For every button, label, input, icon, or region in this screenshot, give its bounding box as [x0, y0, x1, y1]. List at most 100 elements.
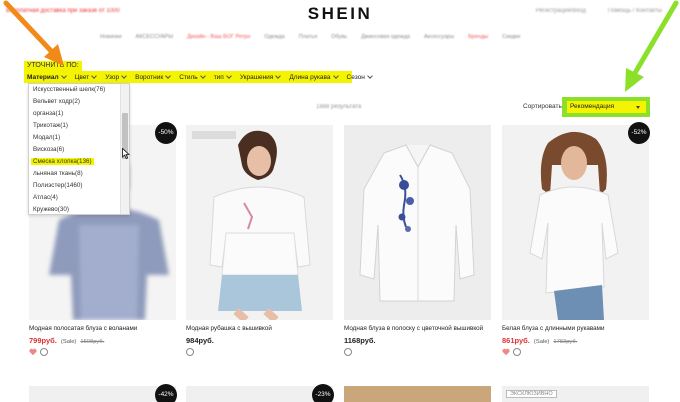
material-option[interactable]: Вискоза(6) [29, 144, 120, 156]
old-price: 1508руб. [80, 339, 105, 345]
smiley-icon[interactable] [40, 348, 48, 356]
product-image[interactable] [344, 125, 491, 320]
sale-label: (Sale) [60, 339, 77, 345]
product-card-partial[interactable] [344, 386, 491, 402]
material-option-label: Вельвет ходр(2) [33, 98, 80, 105]
material-option-label: Модал(1) [33, 134, 61, 141]
product-name[interactable]: Модная полосатая блуза с воланами [29, 325, 137, 332]
old-price: 1783руб. [553, 339, 578, 345]
price-row: 861руб. (Sale) 1783руб. [502, 336, 577, 345]
info-icon[interactable] [186, 348, 194, 356]
product-image[interactable] [186, 125, 333, 320]
filter-material[interactable]: Материал [27, 73, 67, 81]
price-row: 984руб. [186, 336, 214, 345]
filter-pattern[interactable]: Узор [105, 73, 127, 81]
material-dropdown: Искусственный шелк(76) Вельвет ходр(2) орг… [28, 83, 130, 215]
material-option[interactable]: Атлас(4) [29, 192, 120, 204]
chevron-down-icon [60, 73, 67, 79]
product-card-partial[interactable]: ЭКСКЛЮЗИВНО [502, 386, 649, 402]
nav-item[interactable]: Аксессуары [424, 34, 454, 40]
material-option-label: Полиэстер(1460) [33, 182, 83, 189]
nav-item[interactable]: Платья [299, 34, 317, 40]
filter-sleeve-length[interactable]: Длина рукава [289, 73, 339, 81]
filter-embellishment[interactable]: Украшения [240, 73, 282, 81]
mouse-cursor-icon [122, 148, 130, 159]
chevron-down-icon [121, 73, 127, 79]
chevron-down-icon [165, 73, 172, 79]
filter-color[interactable]: Цвет [74, 73, 98, 81]
material-option[interactable]: Трикотаж(1) [29, 120, 120, 132]
material-option[interactable]: Полиэстер(1460) [29, 180, 120, 192]
nav-item[interactable]: Обувь [331, 34, 347, 40]
filter-collar[interactable]: Воротник [135, 73, 172, 81]
filter-label: Материал [27, 73, 59, 81]
smiley-icon[interactable] [513, 348, 521, 356]
sale-label: (Sale) [533, 339, 550, 345]
nav-item[interactable]: Новинки [100, 34, 122, 40]
product-card-partial[interactable] [186, 386, 333, 402]
discount-badge: -23% [312, 384, 334, 402]
shein-logo[interactable]: SHEIN [0, 4, 680, 24]
filter-label: Воротник [135, 73, 164, 81]
product-name[interactable]: Модная блуза в полоску с цветочной вышив… [344, 325, 483, 332]
filter-label: Цвет [74, 73, 90, 81]
nav-item[interactable]: АКСЕССУАРЫ [136, 34, 174, 40]
sort-label: Сортировать [523, 103, 562, 110]
product-price: 861руб. [502, 336, 530, 345]
product-photo-white-blouse [502, 125, 649, 320]
filter-label: Стиль [179, 73, 198, 81]
product-icons [186, 348, 194, 356]
nav-item[interactable]: Одежда [264, 34, 284, 40]
main-nav: Новинки АКСЕССУАРЫ Дизайн - Ваш БОГ Ретр… [100, 34, 520, 40]
material-option[interactable]: льняная ткань(8) [29, 168, 120, 180]
heart-icon[interactable] [502, 348, 510, 356]
filter-season[interactable]: Сезон [347, 73, 373, 81]
sort-select[interactable]: Рекомендация [567, 101, 646, 113]
material-option[interactable]: Вельвет ходр(2) [29, 96, 120, 108]
nav-item[interactable]: Бренды [468, 34, 488, 40]
chevron-down-icon [91, 73, 98, 79]
product-image[interactable] [502, 125, 649, 320]
material-option[interactable]: Смеска хлопка(136) [29, 156, 120, 168]
chevron-down-icon [199, 73, 206, 79]
smiley-icon[interactable] [344, 348, 352, 356]
material-option-label: Атлас(4) [33, 194, 58, 201]
caret-down-icon[interactable] [636, 106, 640, 109]
nav-item[interactable]: Джинсовая одежда [361, 34, 410, 40]
material-options: Искусственный шелк(76) Вельвет ходр(2) орг… [29, 84, 120, 214]
nav-item[interactable]: Дизайн - Ваш БОГ Ретро [187, 34, 250, 40]
product-icons [502, 348, 521, 356]
discount-badge: -42% [155, 384, 177, 402]
product-price: 799руб. [29, 336, 57, 345]
material-option-label: Кружево(30) [33, 206, 70, 213]
material-option[interactable]: органза(1) [29, 108, 120, 120]
nav-item[interactable]: Скидки [502, 34, 520, 40]
heart-icon[interactable] [29, 348, 37, 356]
filter-bar: Материал Цвет Узор Воротник Стиль тип Ук… [24, 71, 373, 83]
product-photo-embroidered-shirt [186, 125, 333, 320]
product-price: 984руб. [186, 336, 214, 345]
material-option[interactable]: Кружево(30) [29, 204, 120, 214]
filter-label: тип [213, 73, 224, 81]
filter-type[interactable]: тип [213, 73, 232, 81]
discount-badge: -52% [628, 122, 650, 144]
product-icons [29, 348, 48, 356]
product-name[interactable]: Модная рубашка с вышивкой [186, 325, 272, 332]
material-option-label: Вискоза(6) [33, 146, 65, 153]
product-name[interactable]: Белая блуза с длинными рукавами [502, 325, 604, 332]
chevron-down-icon [332, 73, 339, 79]
material-option[interactable]: Искусственный шелк(76) [29, 84, 120, 96]
product-card-partial[interactable] [29, 386, 176, 402]
product-price: 1168руб. [344, 336, 376, 345]
login-link[interactable]: Регистрация/Вход [536, 8, 586, 14]
top-bar: Бесплатная доставка при заказе от 1000 S… [0, 0, 680, 26]
chevron-down-icon [366, 73, 373, 79]
material-option[interactable]: Модал(1) [29, 132, 120, 144]
material-option-label: Трикотаж(1) [33, 122, 68, 129]
price-row: 799руб. (Sale) 1508руб. [29, 336, 104, 345]
refine-label: УТОЧНИТЬ ПО: [24, 61, 82, 71]
chevron-down-icon [225, 73, 232, 79]
material-option-label: Искусственный шелк(76) [33, 86, 106, 93]
filter-style[interactable]: Стиль [179, 73, 206, 81]
help-link[interactable]: Помощь / Контакты [608, 8, 662, 14]
